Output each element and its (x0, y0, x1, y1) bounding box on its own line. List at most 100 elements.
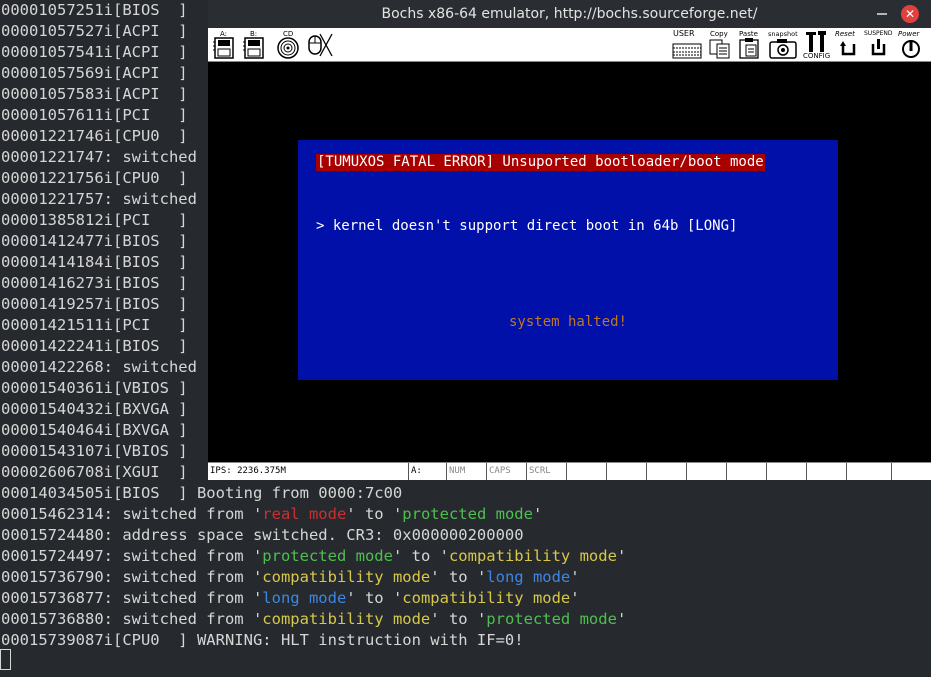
terminal-line: 00001540432i[BXVGA ] (1, 400, 188, 418)
terminal-line: 00001057611i[PCI ] (1, 106, 188, 124)
terminal-text: 00015739087i[CPU0 ] WARNING: HLT instruc… (1, 631, 524, 649)
power-button[interactable]: Power (898, 30, 928, 60)
floppy-a-label: A: (220, 30, 228, 38)
terminal-line: 00001057527i[ACPI ] (1, 22, 188, 40)
status-slot (566, 463, 606, 480)
mode-name: compatibility mode (402, 589, 571, 607)
terminal-line: 00015736790: switched from 'compatibilit… (1, 567, 580, 588)
terminal-line: 00015724497: switched from 'protected mo… (1, 546, 626, 567)
floppy-b-label: B: (250, 30, 258, 38)
terminal-line: 00001057569i[ACPI ] (1, 64, 188, 82)
terminal-line: 00015724480: address space switched. CR3… (1, 525, 524, 546)
config-button[interactable]: CONFIG (802, 30, 832, 60)
terminal-line: 00001412477i[BIOS ] (1, 232, 188, 250)
terminal-line: 00001416273i[BIOS ] (1, 274, 188, 292)
ips-indicator: IPS: 2236.375M (210, 466, 286, 476)
mode-name: compatibility mode (262, 568, 431, 586)
status-slot (646, 463, 686, 480)
floppy-a-button[interactable]: A: (212, 30, 236, 60)
mode-name: compatibility mode (262, 610, 431, 628)
suspend-button[interactable]: SUSPEND (864, 30, 896, 60)
terminal-text: ' (616, 610, 627, 628)
status-slot (606, 463, 646, 480)
terminal-line: 00001540464i[BXVGA ] (1, 421, 188, 439)
minimize-icon[interactable] (874, 6, 890, 22)
bochs-window[interactable]: Bochs x86-64 emulator, http://bochs.sour… (208, 0, 931, 480)
error-message: > kernel doesn't support direct boot in … (316, 218, 738, 234)
error-title: [TUMUXOS FATAL ERROR] Unsuported bootloa… (316, 154, 765, 171)
mode-name: compatibility mode (448, 547, 617, 565)
terminal-text: ' (532, 505, 543, 523)
halt-message: system halted! (508, 314, 627, 330)
num-lock-indicator: NUM (446, 463, 486, 480)
cdrom-button[interactable]: CD (276, 30, 300, 60)
fatal-error-dialog: [TUMUXOS FATAL ERROR] Unsuported bootloa… (298, 140, 838, 380)
terminal-line: 00001057583i[ACPI ] (1, 85, 188, 103)
cdrom-label: CD (283, 30, 294, 38)
window-title: Bochs x86-64 emulator, http://bochs.sour… (381, 6, 758, 22)
terminal-line: 00001221747: switched (1, 148, 197, 166)
status-slot (766, 463, 806, 480)
terminal-text: ' (570, 568, 580, 586)
terminal-line: 00015462314: switched from 'real mode' t… (1, 504, 542, 525)
mouse-icon (308, 33, 333, 57)
copy-label: Copy (710, 30, 728, 38)
mode-name: real mode (262, 505, 347, 523)
paste-button[interactable]: Paste (738, 30, 764, 60)
status-slot (806, 463, 846, 480)
terminal-line: 00001057541i[ACPI ] (1, 43, 188, 61)
mode-name: long mode (262, 589, 347, 607)
caps-lock-indicator: CAPS (486, 463, 526, 480)
terminal-line: 00001221746i[CPU0 ] (1, 127, 188, 145)
snapshot-label: snapshot (768, 30, 798, 38)
window-titlebar[interactable]: Bochs x86-64 emulator, http://bochs.sour… (208, 0, 931, 28)
terminal-line: 00001422241i[BIOS ] (1, 337, 188, 355)
copy-button[interactable]: Copy (708, 30, 732, 60)
bochs-statusbar: IPS: 2236.375M A: NUM CAPS SCRL (208, 462, 931, 480)
status-slot (891, 463, 931, 480)
terminal-line: 00001221757: switched (1, 190, 197, 208)
terminal-text: 00015736790: switched from ' (1, 568, 263, 586)
terminal-text: 00015724480: address space switched. CR3… (1, 526, 524, 544)
terminal-line: 00001421511i[PCI ] (1, 316, 188, 334)
terminal-line: 00015739087i[CPU0 ] WARNING: HLT instruc… (1, 630, 524, 651)
terminal-line: 00001221756i[CPU0 ] (1, 169, 188, 187)
terminal-text: ' (616, 547, 627, 565)
mouse-toggle-button[interactable] (306, 30, 334, 60)
emulator-screen[interactable]: [TUMUXOS FATAL ERROR] Unsuported bootloa… (208, 62, 931, 462)
drive-indicator: A: (408, 463, 446, 480)
floppy-b-button[interactable]: B: (242, 30, 266, 60)
terminal-text: ' to ' (346, 505, 403, 523)
terminal-text: 00015462314: switched from ' (1, 505, 263, 523)
terminal-line: 00001540361i[VBIOS ] (1, 379, 188, 397)
reset-button[interactable]: Reset (834, 30, 862, 60)
snapshot-button[interactable]: snapshot (766, 30, 802, 60)
bochs-toolbar: A: B: CD USER Copy Paste snapshot CONFIG… (208, 28, 931, 62)
terminal-text: 00015736877: switched from ' (1, 589, 263, 607)
terminal-cursor (0, 649, 11, 670)
terminal-text: ' to ' (392, 547, 449, 565)
power-label: Power (898, 30, 920, 38)
scroll-lock-indicator: SCRL (526, 463, 566, 480)
terminal-line: 00001543107i[VBIOS ] (1, 442, 188, 460)
suspend-label: SUSPEND (864, 30, 893, 37)
terminal-text: 00015736880: switched from ' (1, 610, 263, 628)
mode-name: long mode (486, 568, 571, 586)
status-slot (846, 463, 891, 480)
terminal-line: 00014034505i[BIOS ] Booting from 0000:7c… (1, 483, 402, 504)
mode-name: protected mode (486, 610, 617, 628)
terminal-line: 00001422268: switched (1, 358, 197, 376)
terminal-text: ' to ' (346, 589, 403, 607)
user-button[interactable]: USER (672, 30, 702, 60)
mode-name: protected mode (402, 505, 533, 523)
config-label: CONFIG (803, 52, 831, 60)
mode-name: protected mode (262, 547, 393, 565)
terminal-line: 00015736880: switched from 'compatibilit… (1, 609, 626, 630)
terminal-line: 00002606708i[XGUI ] (1, 463, 188, 481)
user-label: USER (673, 29, 695, 38)
terminal-line: 00001385812i[PCI ] (1, 211, 188, 229)
status-slot (686, 463, 726, 480)
close-icon[interactable]: ✕ (901, 5, 919, 23)
terminal-text: ' to ' (430, 568, 487, 586)
status-slot (726, 463, 766, 480)
